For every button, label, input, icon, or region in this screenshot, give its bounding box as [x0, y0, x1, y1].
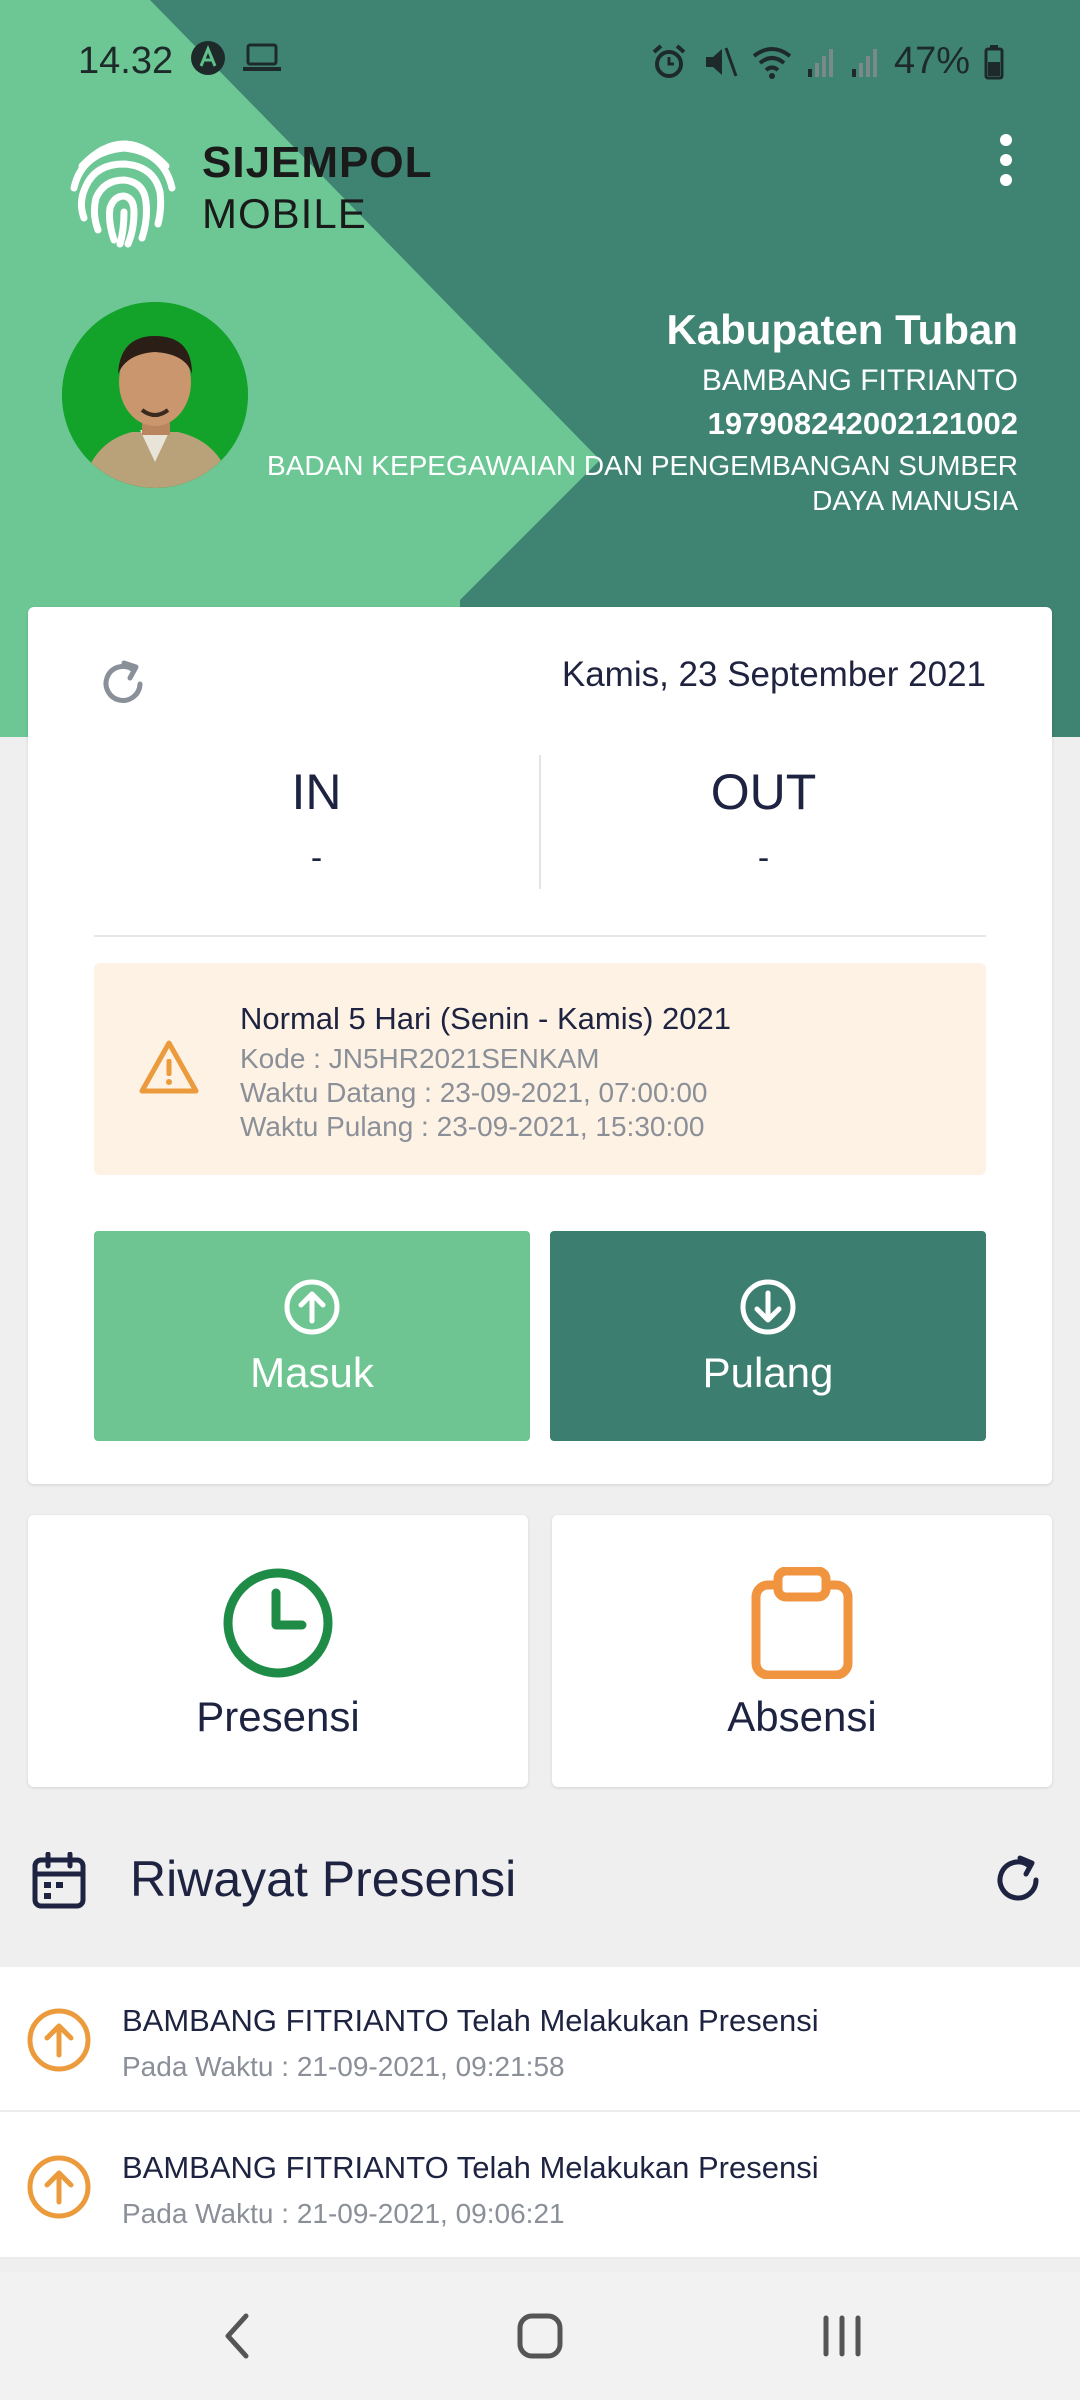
arrow-up-circle-icon: [284, 1279, 340, 1335]
battery-icon: [984, 44, 1004, 79]
schedule-leave-time: Waktu Pulang : 23-09-2021, 15:30:00: [240, 1111, 705, 1142]
schedule-title: Normal 5 Hari (Senin - Kamis) 2021: [240, 1001, 732, 1036]
schedule-arrive-time: Waktu Datang : 23-09-2021, 07:00:00: [240, 1077, 708, 1108]
back-icon[interactable]: [208, 2308, 268, 2364]
more-dot-icon: [1000, 134, 1012, 146]
clipboard-icon: [751, 1567, 853, 1679]
list-item-time: Pada Waktu : 21-09-2021, 09:21:58: [122, 2051, 565, 2082]
more-dot-icon: [1000, 154, 1012, 166]
in-label: IN: [291, 764, 342, 820]
warning-icon: [139, 1040, 199, 1094]
attendance-card: Kamis, 23 September 2021 IN - OUT - Norm…: [28, 607, 1052, 1484]
profile-region: Kabupaten Tuban: [666, 306, 1018, 353]
absensi-label: Absensi: [727, 1693, 877, 1740]
signal-icon-2: [851, 48, 877, 77]
in-value: -: [310, 839, 323, 877]
refresh-icon[interactable]: [96, 657, 150, 711]
list-item-title: BAMBANG FITRIANTO Telah Melakukan Presen…: [122, 2003, 819, 2038]
arrow-down-circle-icon: [740, 1279, 796, 1335]
profile-name: BAMBANG FITRIANTO: [701, 364, 1018, 397]
list-item-time: Pada Waktu : 21-09-2021, 09:06:21: [122, 2198, 565, 2229]
masuk-label: Masuk: [250, 1349, 374, 1396]
profile-info: Kabupaten Tuban BAMBANG FITRIANTO 197908…: [258, 306, 1018, 518]
out-column: OUT -: [541, 755, 986, 889]
status-time: 14.32: [78, 40, 174, 82]
status-bar: 14.32 47%: [0, 0, 1080, 120]
schedule-code: Kode : JN5HR2021SENKAM: [240, 1043, 600, 1074]
logo-title: SIJEMPOL: [202, 138, 433, 187]
recent-apps-icon[interactable]: [812, 2308, 872, 2364]
riwayat-header: Riwayat Presensi: [0, 1820, 1080, 1966]
arrow-up-circle-icon: [27, 2155, 91, 2219]
app-notification-icon: [191, 41, 225, 75]
logo-subtitle: MOBILE: [202, 190, 367, 237]
alarm-icon: [652, 43, 686, 78]
presensi-label: Presensi: [196, 1693, 360, 1740]
card-divider: [94, 935, 986, 937]
avatar: [62, 302, 248, 488]
arrow-up-circle-icon: [27, 2008, 91, 2072]
riwayat-list: BAMBANG FITRIANTO Telah Melakukan Presen…: [0, 1967, 1080, 2259]
pulang-button[interactable]: Pulang: [550, 1231, 986, 1441]
presensi-tile[interactable]: Presensi: [28, 1515, 528, 1787]
refresh-icon[interactable]: [990, 1852, 1046, 1908]
more-options-button[interactable]: [980, 128, 1032, 192]
riwayat-title: Riwayat Presensi: [130, 1851, 517, 1907]
battery-percent: 47%: [893, 40, 970, 82]
absensi-tile[interactable]: Absensi: [552, 1515, 1052, 1787]
status-system-icons: 47%: [650, 40, 1004, 83]
profile-nip: 197908242002121002: [707, 406, 1018, 441]
profile-photo: [62, 302, 248, 488]
clock-icon: [223, 1568, 333, 1678]
mute-icon: [705, 46, 738, 77]
status-notification-icons: [190, 40, 282, 76]
masuk-button[interactable]: Masuk: [94, 1231, 530, 1441]
profile-unit: BADAN KEPEGAWAIAN DAN PENGEMBANGAN SUMBE…: [267, 450, 1018, 516]
schedule-notice: Normal 5 Hari (Senin - Kamis) 2021 Kode …: [94, 963, 986, 1175]
laptop-icon: [243, 43, 281, 71]
system-navigation-bar: [0, 2272, 1080, 2400]
in-column: IN -: [94, 755, 539, 889]
pulang-label: Pulang: [702, 1349, 834, 1396]
list-item[interactable]: BAMBANG FITRIANTO Telah Melakukan Presen…: [0, 1967, 1080, 2112]
home-icon[interactable]: [510, 2308, 570, 2364]
out-value: -: [757, 839, 770, 877]
more-dot-icon: [1000, 174, 1012, 186]
in-out-summary: IN - OUT -: [94, 755, 986, 889]
signal-icon-1: [807, 48, 833, 77]
out-label: OUT: [710, 764, 817, 820]
wifi-icon: [752, 46, 792, 79]
app-logo: SIJEMPOL MOBILE: [62, 126, 433, 250]
fingerprint-icon: [70, 140, 176, 248]
list-item[interactable]: BAMBANG FITRIANTO Telah Melakukan Presen…: [0, 2114, 1080, 2259]
attendance-date: Kamis, 23 September 2021: [561, 655, 986, 694]
list-item-title: BAMBANG FITRIANTO Telah Melakukan Presen…: [122, 2150, 819, 2185]
calendar-icon: [32, 1852, 86, 1909]
